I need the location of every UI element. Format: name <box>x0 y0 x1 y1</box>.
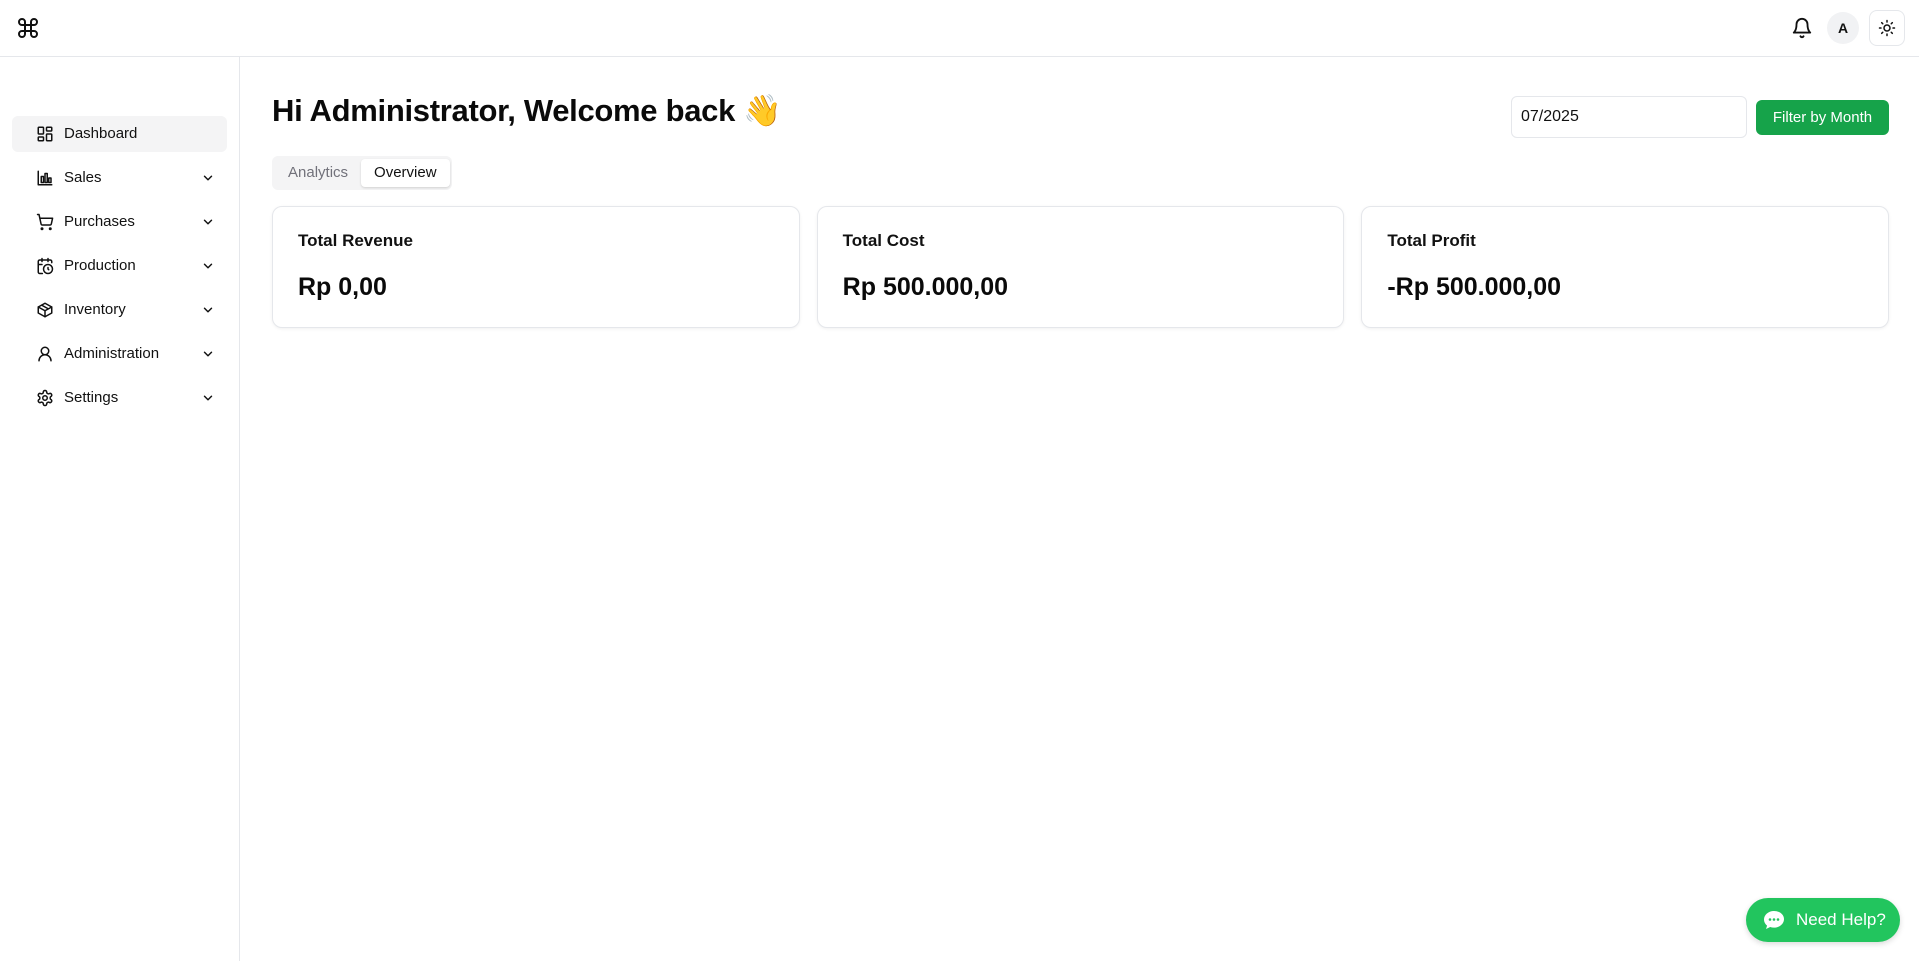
sidebar-item-label: Sales <box>64 169 102 186</box>
card-title: Total Cost <box>842 231 925 250</box>
page-title: Hi Administrator, Welcome back 👋 <box>272 93 782 128</box>
sidebar-item-inventory[interactable]: Inventory <box>12 292 227 328</box>
card-value: Rp 500.000,00 <box>842 273 1009 301</box>
total-revenue-card: Total Revenue Rp 0,00 <box>272 206 800 328</box>
command-icon[interactable] <box>14 14 42 42</box>
chevron-down-icon <box>201 259 215 273</box>
chevron-down-icon <box>201 391 215 405</box>
sidebar-item-label: Inventory <box>64 301 126 318</box>
sidebar-item-sales[interactable]: Sales <box>12 160 227 196</box>
sidebar-item-settings[interactable]: Settings <box>12 380 227 416</box>
sidebar-item-label: Settings <box>64 389 119 406</box>
chevron-down-icon <box>201 215 215 229</box>
tab-overview[interactable]: Overview <box>361 159 450 187</box>
card-title: Total Profit <box>1387 231 1476 250</box>
sidebar-item-production[interactable]: Production <box>12 248 227 284</box>
sidebar-nav: Dashboard Sales Purchases Production Inv… <box>12 116 227 424</box>
sidebar-item-dashboard[interactable]: Dashboard <box>12 116 227 152</box>
card-value: -Rp 500.000,00 <box>1387 273 1562 301</box>
month-input[interactable] <box>1511 96 1747 138</box>
user-icon <box>36 345 54 363</box>
calendar-clock-icon <box>36 257 54 275</box>
bell-icon[interactable] <box>1787 10 1817 46</box>
sun-icon[interactable] <box>1869 10 1905 46</box>
sidebar-item-label: Administration <box>64 345 160 362</box>
total-cost-card: Total Cost Rp 500.000,00 <box>816 206 1345 328</box>
avatar[interactable]: A <box>1827 12 1859 44</box>
chevron-down-icon <box>201 171 215 185</box>
filter-by-month-button[interactable]: Filter by Month <box>1756 100 1889 135</box>
need-help-button[interactable]: Need Help? <box>1746 898 1900 942</box>
top-bar: A <box>0 0 1919 57</box>
chevron-down-icon <box>201 303 215 317</box>
chevron-down-icon <box>201 347 215 361</box>
sidebar-item-label: Dashboard <box>64 125 138 142</box>
sidebar: Dashboard Sales Purchases Production Inv… <box>0 57 240 961</box>
card-value: Rp 0,00 <box>298 273 387 301</box>
gear-icon <box>36 389 54 407</box>
tabs: Analytics Overview <box>272 156 452 190</box>
sidebar-item-purchases[interactable]: Purchases <box>12 204 227 240</box>
top-bar-actions: A <box>1787 10 1905 46</box>
sidebar-item-label: Purchases <box>64 213 135 230</box>
need-help-label: Need Help? <box>1796 910 1886 929</box>
summary-cards: Total Revenue Rp 0,00 Total Cost Rp 500.… <box>272 206 1890 328</box>
chat-bubble-icon <box>1762 908 1786 932</box>
card-title: Total Revenue <box>298 231 413 250</box>
cart-icon <box>36 213 54 231</box>
sidebar-item-administration[interactable]: Administration <box>12 336 227 372</box>
dashboard-icon <box>36 125 54 143</box>
package-icon <box>36 301 54 319</box>
bar-chart-icon <box>36 169 54 187</box>
total-profit-card: Total Profit -Rp 500.000,00 <box>1361 206 1890 328</box>
sidebar-item-label: Production <box>64 257 136 274</box>
tab-analytics[interactable]: Analytics <box>275 159 361 187</box>
